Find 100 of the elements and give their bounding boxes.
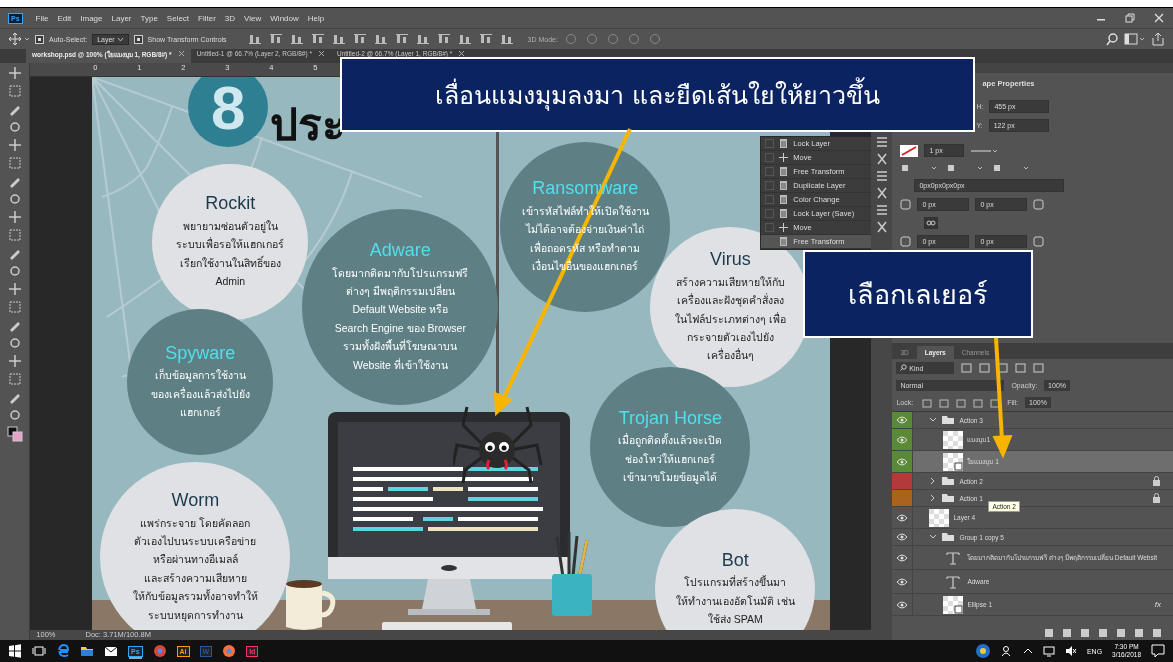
lock-option-icon[interactable] bbox=[922, 397, 933, 408]
filter-icon[interactable] bbox=[979, 363, 991, 373]
menu-item[interactable]: Window bbox=[270, 13, 299, 23]
panel-icon[interactable] bbox=[874, 186, 889, 200]
tool-icon[interactable] bbox=[7, 264, 22, 278]
checkbox[interactable] bbox=[133, 34, 143, 44]
menu-item[interactable]: Edit bbox=[57, 13, 72, 23]
filter-icon[interactable] bbox=[1015, 363, 1027, 373]
layer-action-icon[interactable] bbox=[1079, 628, 1091, 638]
align-icon[interactable] bbox=[330, 33, 347, 45]
bubble-text-line: ระบบเพื่อรอให้แฮกเกอร์ bbox=[176, 236, 285, 253]
tool-icon[interactable] bbox=[7, 336, 22, 350]
visibility-toggle[interactable] bbox=[892, 451, 914, 472]
task-view-icon[interactable] bbox=[32, 644, 46, 658]
windows-start-icon[interactable] bbox=[8, 644, 22, 658]
people-icon[interactable] bbox=[1000, 645, 1013, 657]
eye-icon bbox=[896, 513, 909, 522]
menu-item[interactable]: Filter bbox=[198, 13, 216, 23]
instruction-callout: เลือกเลเยอร์ bbox=[803, 250, 1033, 338]
menu-item[interactable]: 3D bbox=[224, 13, 236, 23]
speaker-muted-icon[interactable] bbox=[1064, 645, 1077, 657]
move-icon bbox=[779, 153, 789, 162]
search-icon[interactable] bbox=[1105, 32, 1119, 46]
panel-icon[interactable] bbox=[874, 135, 889, 149]
browser-icon[interactable] bbox=[56, 644, 70, 658]
close-icon[interactable] bbox=[317, 50, 325, 57]
layer-action-icon[interactable] bbox=[1133, 628, 1145, 638]
share-icon[interactable] bbox=[1151, 32, 1165, 46]
link-icon[interactable] bbox=[924, 217, 939, 229]
align-icon[interactable] bbox=[456, 33, 473, 45]
layer-action-icon[interactable] bbox=[1043, 628, 1055, 638]
layer-action-icon[interactable] bbox=[1061, 628, 1073, 638]
checkbox[interactable] bbox=[35, 34, 44, 44]
tool-icon[interactable] bbox=[7, 282, 22, 296]
caret-icon bbox=[116, 36, 124, 42]
menu-item[interactable]: File bbox=[35, 13, 49, 23]
layer-action-icon[interactable] bbox=[1097, 628, 1109, 638]
notification-icon[interactable] bbox=[1151, 644, 1165, 658]
layer-action-icon[interactable] bbox=[1115, 628, 1127, 638]
lock-option-icon[interactable] bbox=[939, 397, 950, 408]
layer-action-icon[interactable] bbox=[1151, 628, 1163, 638]
layer-thumbnail bbox=[943, 452, 964, 471]
layer-thumbnail bbox=[929, 508, 950, 527]
visibility-toggle[interactable] bbox=[892, 429, 914, 450]
bubble-text-line: รวมทั้งฝังพื้นที่โฆษณาบน bbox=[343, 338, 458, 355]
color-swatches-icon[interactable] bbox=[6, 426, 23, 442]
menu-item[interactable]: Layer bbox=[111, 13, 132, 23]
lock-option-icon[interactable] bbox=[973, 397, 984, 408]
align-icon[interactable] bbox=[393, 33, 410, 45]
menu-item[interactable]: View bbox=[244, 13, 262, 23]
browser-icon[interactable] bbox=[222, 644, 237, 658]
align-icon[interactable] bbox=[351, 33, 368, 45]
workspace-icon[interactable] bbox=[1124, 32, 1146, 46]
network-icon[interactable] bbox=[1042, 645, 1055, 657]
menu-item[interactable]: Help bbox=[307, 13, 325, 23]
disclosure-icon[interactable] bbox=[929, 533, 938, 541]
tool-icon[interactable] bbox=[7, 354, 22, 368]
panel-icon[interactable] bbox=[874, 203, 889, 217]
move-tool-icon[interactable] bbox=[8, 32, 30, 46]
align-icon[interactable] bbox=[477, 33, 494, 45]
filter-icon[interactable] bbox=[997, 363, 1009, 373]
align-icon[interactable] bbox=[414, 33, 431, 45]
menu-item[interactable]: Type bbox=[140, 13, 158, 23]
filter-icon[interactable] bbox=[1033, 363, 1045, 373]
panel-icon[interactable] bbox=[874, 152, 889, 166]
tool-icon[interactable] bbox=[7, 210, 22, 224]
panel-icon[interactable] bbox=[874, 220, 889, 234]
visibility-toggle[interactable] bbox=[892, 412, 914, 428]
align-icon[interactable] bbox=[267, 33, 284, 45]
instruction-callout: เลื่อนแมงมุมลงมา และยืดเส้นใยให้ยาวขึ้น bbox=[340, 57, 975, 132]
tool-icon[interactable] bbox=[7, 408, 22, 422]
align-icon[interactable] bbox=[372, 33, 389, 45]
restore-icon[interactable] bbox=[1124, 13, 1136, 23]
align-icon[interactable] bbox=[435, 33, 452, 45]
close-icon[interactable] bbox=[458, 50, 466, 57]
mail-icon[interactable] bbox=[104, 644, 118, 658]
tool-icon[interactable] bbox=[7, 138, 22, 152]
folder-icon[interactable] bbox=[80, 644, 94, 658]
stroke-swatch-icon[interactable] bbox=[900, 144, 919, 157]
lock-option-icon[interactable] bbox=[956, 397, 967, 408]
chevron-up-icon[interactable] bbox=[1022, 646, 1033, 656]
align-icon[interactable] bbox=[309, 33, 326, 45]
filter-icon[interactable] bbox=[961, 363, 973, 373]
tool-icon[interactable] bbox=[7, 120, 22, 134]
align-icon[interactable] bbox=[288, 33, 305, 45]
help-icon[interactable] bbox=[974, 643, 991, 659]
close-icon[interactable] bbox=[177, 50, 185, 57]
browser-icon[interactable] bbox=[152, 644, 167, 658]
menu-item[interactable]: Image bbox=[80, 13, 103, 23]
tool-icon[interactable] bbox=[7, 192, 22, 206]
lock-option-icon[interactable] bbox=[990, 397, 1001, 408]
visibility-toggle[interactable] bbox=[892, 490, 914, 506]
panel-icon[interactable] bbox=[874, 169, 889, 183]
align-icon[interactable] bbox=[246, 33, 263, 45]
visibility-toggle[interactable] bbox=[892, 473, 914, 489]
disclosure-icon[interactable] bbox=[929, 416, 938, 424]
align-icon[interactable] bbox=[498, 33, 515, 45]
menu-item[interactable]: Select bbox=[166, 13, 190, 23]
eye-icon bbox=[896, 600, 909, 609]
tool-icon[interactable] bbox=[7, 66, 22, 80]
